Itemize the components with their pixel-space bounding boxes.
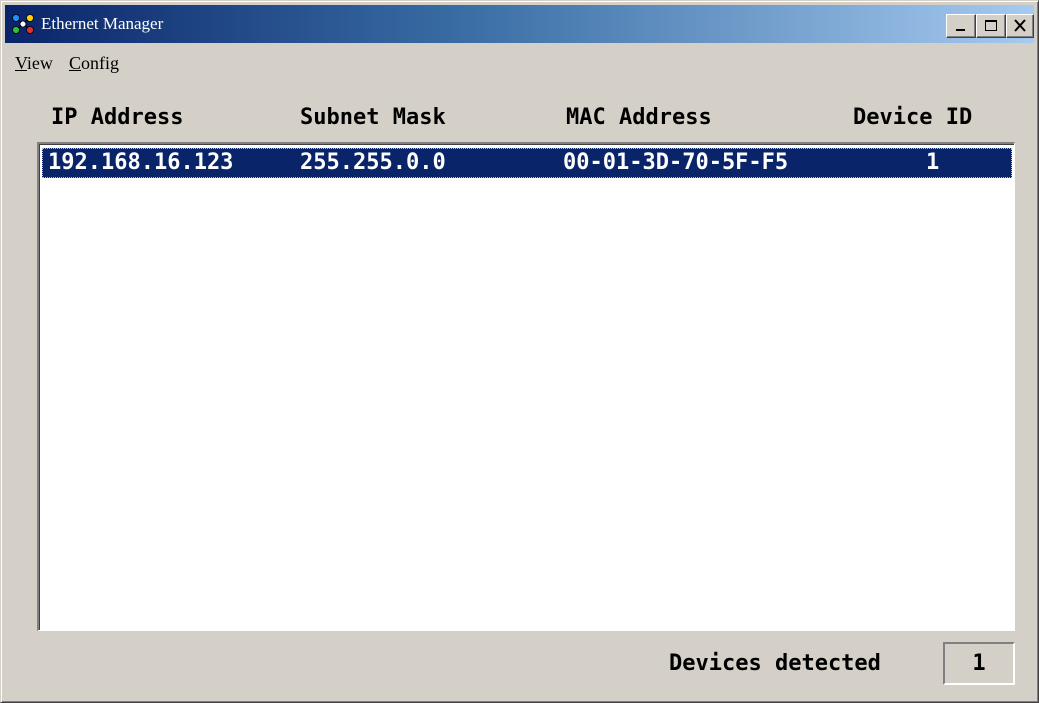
- row-subnet-mask: 255.255.0.0: [300, 150, 446, 175]
- network-app-icon[interactable]: [11, 13, 35, 35]
- menu-config[interactable]: Config: [69, 53, 119, 74]
- device-row-selected[interactable]: 192.168.16.123 255.255.0.0 00-01-3D-70-5…: [42, 148, 1012, 178]
- row-ip-address: 192.168.16.123: [48, 150, 234, 175]
- menu-bar: View Config: [5, 47, 1034, 77]
- minimize-button[interactable]: [946, 14, 976, 38]
- minimize-icon: [956, 29, 965, 31]
- devices-detected-count-box: 1: [943, 642, 1015, 685]
- menu-view[interactable]: View: [15, 53, 53, 74]
- row-device-id: 1: [926, 150, 940, 175]
- column-header-mac-address[interactable]: MAC Address: [566, 105, 712, 131]
- column-header-ip-address[interactable]: IP Address: [51, 105, 183, 131]
- title-bar[interactable]: Ethernet Manager: [5, 5, 1034, 43]
- devices-detected-label: Devices detected: [669, 651, 881, 676]
- close-icon: [1014, 19, 1026, 32]
- ethernet-manager-window: Ethernet Manager View Config IP Address …: [0, 0, 1039, 703]
- column-header-subnet-mask[interactable]: Subnet Mask: [300, 105, 446, 131]
- window-title: Ethernet Manager: [41, 14, 164, 33]
- devices-detected-count: 1: [972, 651, 986, 676]
- column-header-device-id[interactable]: Device ID: [853, 105, 972, 131]
- row-mac-address: 00-01-3D-70-5F-F5: [563, 150, 789, 175]
- device-list[interactable]: 192.168.16.123 255.255.0.0 00-01-3D-70-5…: [37, 142, 1015, 631]
- maximize-icon: [985, 20, 997, 31]
- maximize-button[interactable]: [976, 14, 1006, 38]
- close-button[interactable]: [1006, 14, 1034, 38]
